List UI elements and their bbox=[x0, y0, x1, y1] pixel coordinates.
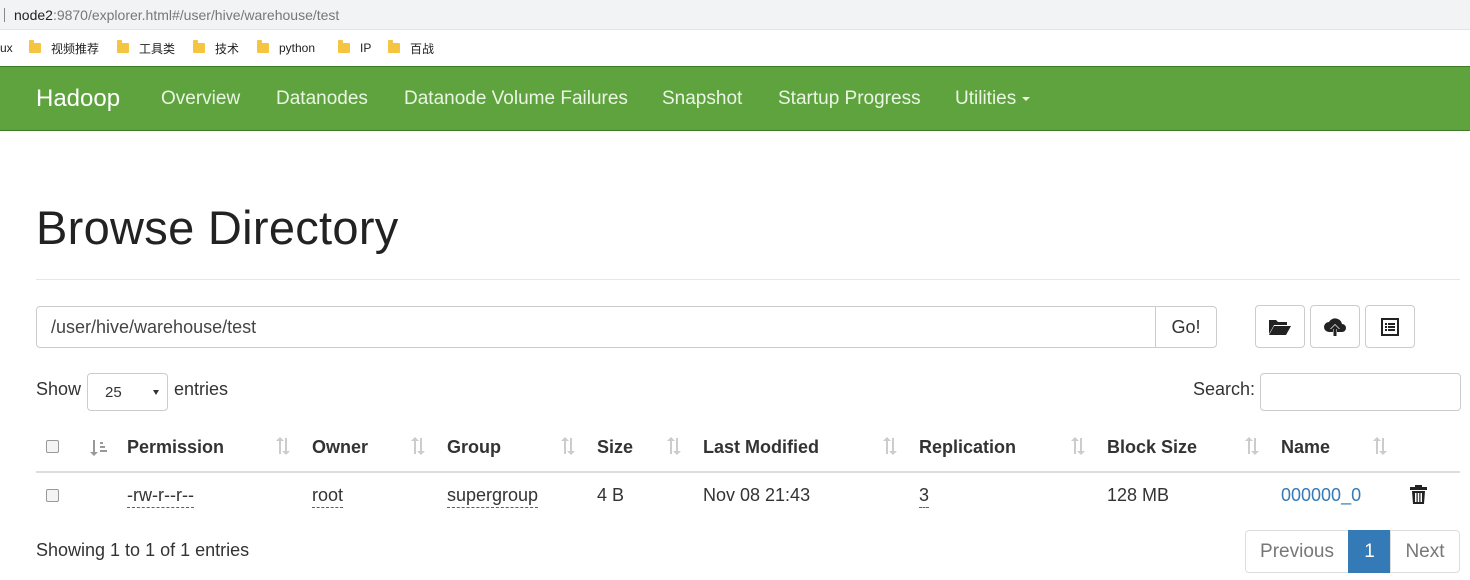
bookmark-label: 工具类 bbox=[139, 41, 176, 56]
col-name[interactable]: Name bbox=[1281, 437, 1330, 458]
divider bbox=[36, 279, 1460, 280]
cell-size: 4 B bbox=[597, 485, 625, 505]
nav-snapshot[interactable]: Snapshot bbox=[662, 88, 742, 110]
brand-logo[interactable]: Hadoop bbox=[36, 85, 120, 113]
bookmark-baizhan[interactable]: 百战 bbox=[388, 39, 434, 57]
col-owner[interactable]: Owner bbox=[312, 437, 368, 458]
col-size[interactable]: Size bbox=[597, 437, 633, 458]
page-title: Browse Directory bbox=[36, 201, 399, 254]
url-text[interactable]: node2:9870/explorer.html#/user/hive/ware… bbox=[14, 7, 339, 23]
folder-open-icon bbox=[1269, 319, 1291, 335]
cell-owner[interactable]: root bbox=[312, 485, 344, 508]
main-navbar: Hadoop Overview Datanodes Datanode Volum… bbox=[0, 66, 1470, 131]
bookmark-tech[interactable]: 技术 bbox=[193, 39, 239, 57]
folder-icon bbox=[388, 40, 400, 53]
select-all-checkbox[interactable] bbox=[46, 440, 59, 453]
next-page-button[interactable]: Next bbox=[1390, 530, 1460, 573]
bookmark-label: 百战 bbox=[410, 41, 435, 56]
bookmark-label: 视频推荐 bbox=[51, 41, 100, 56]
sort-both-icon[interactable] bbox=[666, 437, 682, 455]
bookmark-python[interactable]: python bbox=[257, 39, 315, 57]
cell-name-link[interactable]: 000000_0 bbox=[1281, 485, 1361, 506]
nav-overview[interactable]: Overview bbox=[161, 88, 240, 110]
nav-utilities-dropdown[interactable]: Utilities bbox=[955, 88, 1031, 110]
sort-both-icon[interactable] bbox=[1372, 437, 1388, 455]
trash-icon[interactable] bbox=[1410, 485, 1427, 504]
bookmark-label: 技术 bbox=[215, 41, 240, 56]
folder-icon bbox=[117, 40, 129, 53]
bookmark-tools[interactable]: 工具类 bbox=[117, 39, 175, 57]
folder-icon bbox=[193, 40, 205, 53]
create-directory-button[interactable] bbox=[1255, 305, 1305, 348]
browser-address-bar[interactable]: node2:9870/explorer.html#/user/hive/ware… bbox=[0, 0, 1470, 30]
folder-icon bbox=[338, 40, 350, 53]
entries-value: 25 bbox=[105, 383, 122, 401]
bookmark-label: python bbox=[279, 41, 316, 55]
col-replication[interactable]: Replication bbox=[919, 437, 1016, 458]
cut-paste-button[interactable] bbox=[1365, 305, 1415, 348]
sort-both-icon[interactable] bbox=[275, 437, 291, 455]
bookmark-ip[interactable]: IP bbox=[338, 39, 371, 57]
row-checkbox[interactable] bbox=[46, 489, 59, 502]
bookmark-label: IP bbox=[360, 41, 372, 55]
caret-down-icon bbox=[1022, 96, 1031, 101]
col-group[interactable]: Group bbox=[447, 437, 501, 458]
sort-asc-icon[interactable] bbox=[89, 439, 109, 457]
sort-both-icon[interactable] bbox=[560, 437, 576, 455]
bookmark-video[interactable]: 视频推荐 bbox=[29, 39, 99, 57]
table-header-divider bbox=[36, 471, 1460, 473]
go-button[interactable]: Go! bbox=[1155, 306, 1217, 348]
col-block-size[interactable]: Block Size bbox=[1107, 437, 1197, 458]
nav-utilities-label: Utilities bbox=[955, 88, 1017, 109]
table-info: Showing 1 to 1 of 1 entries bbox=[36, 540, 250, 560]
list-alt-icon bbox=[1381, 317, 1399, 336]
folder-icon bbox=[257, 40, 269, 53]
search-label: Search: bbox=[1193, 379, 1256, 399]
url-path: :9870/explorer.html#/user/hive/warehouse… bbox=[52, 7, 340, 23]
directory-path-input[interactable] bbox=[36, 306, 1156, 348]
cloud-upload-icon bbox=[1324, 317, 1346, 336]
cell-permission[interactable]: -rw-r--r-- bbox=[127, 485, 194, 508]
cell-group[interactable]: supergroup bbox=[447, 485, 539, 508]
cell-replication[interactable]: 3 bbox=[919, 485, 930, 508]
col-last-modified[interactable]: Last Modified bbox=[703, 437, 819, 458]
folder-icon bbox=[29, 40, 41, 53]
bookmarks-bar: ux 视频推荐 工具类 技术 python IP 百战 bbox=[0, 30, 1470, 66]
chevron-down-icon bbox=[153, 390, 159, 395]
sort-both-icon[interactable] bbox=[882, 437, 898, 455]
cell-last-modified: Nov 08 21:43 bbox=[703, 485, 811, 505]
nav-startup-progress[interactable]: Startup Progress bbox=[778, 88, 921, 110]
previous-page-button[interactable]: Previous bbox=[1245, 530, 1349, 573]
col-permission[interactable]: Permission bbox=[127, 437, 224, 458]
url-host: node2 bbox=[14, 7, 53, 23]
sort-both-icon[interactable] bbox=[410, 437, 426, 455]
sort-both-icon[interactable] bbox=[1070, 437, 1086, 455]
text-cursor bbox=[4, 8, 5, 22]
nav-datanodes[interactable]: Datanodes bbox=[276, 88, 368, 110]
bookmark-label: ux bbox=[0, 41, 13, 55]
show-label: Show bbox=[36, 379, 82, 399]
cell-block-size: 128 MB bbox=[1107, 485, 1170, 505]
search-input[interactable] bbox=[1260, 373, 1461, 411]
bookmark-ux[interactable]: ux bbox=[0, 39, 13, 57]
upload-file-button[interactable] bbox=[1310, 305, 1360, 348]
page-1-button[interactable]: 1 bbox=[1348, 530, 1391, 573]
entries-label: entries bbox=[174, 379, 229, 399]
nav-datanode-volume-failures[interactable]: Datanode Volume Failures bbox=[404, 88, 628, 110]
sort-both-icon[interactable] bbox=[1244, 437, 1260, 455]
entries-per-page-select[interactable]: 25 bbox=[87, 373, 168, 411]
